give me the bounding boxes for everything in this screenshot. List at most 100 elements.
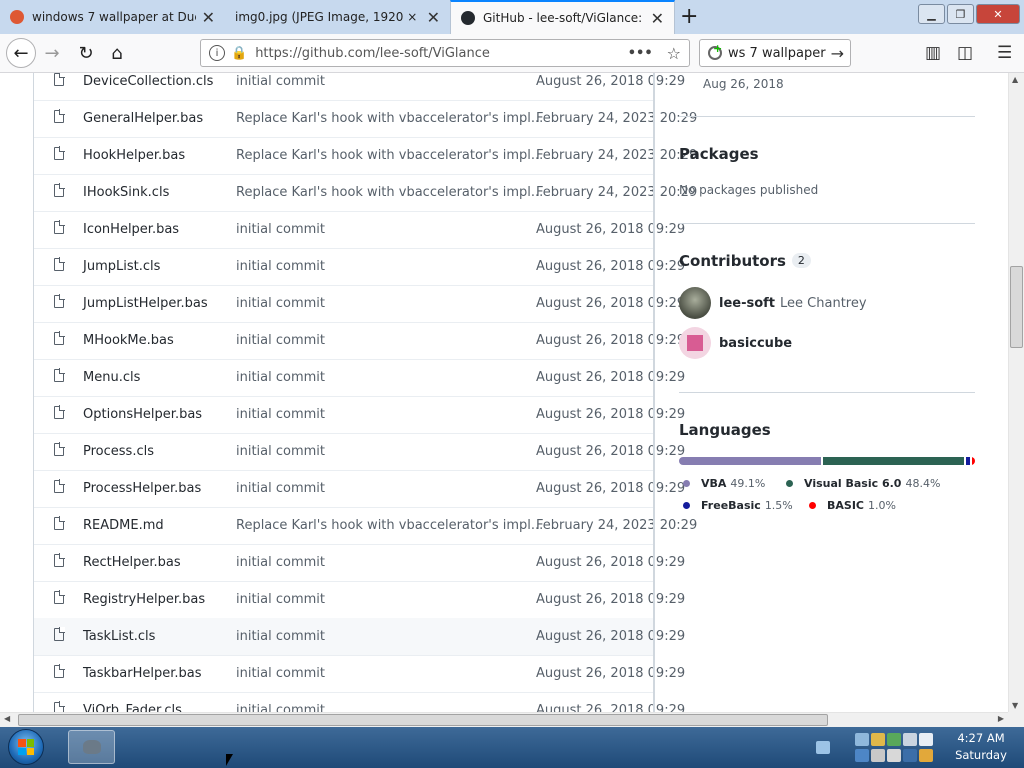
- tab-duckduckgo[interactable]: windows 7 wallpaper at DuckD ✕: [0, 0, 225, 34]
- taskbar-app-button[interactable]: [68, 730, 115, 764]
- file-row[interactable]: OptionsHelper.bas initial commit August 26…: [34, 396, 685, 434]
- back-button[interactable]: ←: [6, 38, 36, 68]
- file-name-link[interactable]: JumpList.cls: [83, 259, 160, 274]
- avatar[interactable]: [679, 327, 711, 359]
- commit-message-link[interactable]: initial commit: [236, 555, 325, 570]
- commit-message-link[interactable]: initial commit: [236, 444, 325, 459]
- file-row[interactable]: RegistryHelper.bas initial commit August 2…: [34, 581, 685, 619]
- file-name-link[interactable]: IconHelper.bas: [83, 222, 179, 237]
- commit-message-link[interactable]: initial commit: [236, 333, 325, 348]
- tray-icon[interactable]: [903, 732, 917, 746]
- tray-icon[interactable]: [919, 748, 933, 762]
- info-icon[interactable]: i: [209, 45, 225, 61]
- commit-message-link[interactable]: initial commit: [236, 666, 325, 681]
- scroll-left-icon[interactable]: ◀: [4, 714, 10, 723]
- clock[interactable]: 4:27 AM Saturday: [948, 730, 1014, 764]
- library-icon[interactable]: ▥: [925, 43, 941, 63]
- commit-message-link[interactable]: initial commit: [236, 703, 325, 712]
- close-window-button[interactable]: ✕: [976, 4, 1020, 24]
- commit-message-link[interactable]: initial commit: [236, 629, 325, 644]
- vertical-scrollbar[interactable]: ▲ ▼: [1008, 73, 1024, 712]
- file-row[interactable]: TaskList.cls initial commit August 26, 201…: [34, 618, 685, 656]
- url-text[interactable]: https://github.com/lee-soft/ViGlance: [255, 46, 628, 61]
- commit-message-link[interactable]: initial commit: [236, 259, 325, 274]
- file-name-link[interactable]: HookHelper.bas: [83, 148, 185, 163]
- contributor-basiccube[interactable]: basiccube: [679, 327, 797, 359]
- file-name-link[interactable]: RegistryHelper.bas: [83, 592, 205, 607]
- commit-message-link[interactable]: Replace Karl's hook with vbaccelerator's…: [236, 111, 543, 126]
- file-name-link[interactable]: TaskList.cls: [83, 629, 155, 644]
- horizontal-scroll-thumb[interactable]: [18, 714, 828, 726]
- file-name-link[interactable]: Menu.cls: [83, 370, 140, 385]
- home-button[interactable]: ⌂: [103, 39, 131, 67]
- file-name-link[interactable]: MHookMe.bas: [83, 333, 174, 348]
- contributor-lee-soft[interactable]: lee-soft Lee Chantrey: [679, 287, 867, 319]
- menu-icon[interactable]: ☰: [997, 43, 1012, 63]
- file-name-link[interactable]: DeviceCollection.cls: [83, 74, 213, 89]
- contributors-heading[interactable]: Contributors 2: [679, 252, 811, 270]
- file-name-link[interactable]: JumpListHelper.bas: [83, 296, 208, 311]
- file-row[interactable]: GeneralHelper.bas Replace Karl's hook wit…: [34, 100, 697, 138]
- file-row[interactable]: README.md Replace Karl's hook with vbacce…: [34, 507, 697, 545]
- contributor-name[interactable]: Lee Chantrey: [780, 296, 867, 311]
- file-name-link[interactable]: RectHelper.bas: [83, 555, 181, 570]
- forward-button[interactable]: →: [38, 39, 66, 67]
- file-name-link[interactable]: OptionsHelper.bas: [83, 407, 202, 422]
- file-row[interactable]: TaskbarHelper.bas initial commit August 26…: [34, 655, 685, 693]
- file-row[interactable]: ViOrb_Fader.cls initial commit August 26, …: [34, 692, 685, 712]
- file-row[interactable]: DeviceCollection.cls initial commit August…: [34, 73, 685, 101]
- tray-icon[interactable]: [887, 748, 901, 762]
- commit-message-link[interactable]: Replace Karl's hook with vbaccelerator's…: [236, 148, 543, 163]
- file-row[interactable]: HookHelper.bas Replace Karl's hook with v…: [34, 137, 697, 175]
- file-row[interactable]: JumpListHelper.bas initial commit August 2…: [34, 285, 685, 323]
- avatar[interactable]: [679, 287, 711, 319]
- commit-message-link[interactable]: initial commit: [236, 370, 325, 385]
- bookmark-star-icon[interactable]: ☆: [667, 44, 681, 63]
- file-name-link[interactable]: IHookSink.cls: [83, 185, 169, 200]
- language-item[interactable]: BASIC 1.0%: [809, 499, 896, 512]
- start-button[interactable]: [8, 729, 44, 765]
- commit-message-link[interactable]: initial commit: [236, 74, 325, 89]
- new-tab-button[interactable]: +: [680, 4, 698, 29]
- file-row[interactable]: MHookMe.bas initial commit August 26, 2018…: [34, 322, 685, 360]
- file-name-link[interactable]: GeneralHelper.bas: [83, 111, 203, 126]
- tray-icon[interactable]: [919, 732, 933, 746]
- tray-icon[interactable]: [903, 748, 917, 762]
- search-input[interactable]: ws 7 wallpaper: [728, 46, 831, 61]
- commit-message-link[interactable]: initial commit: [236, 481, 325, 496]
- scroll-up-icon[interactable]: ▲: [1012, 75, 1018, 84]
- file-name-link[interactable]: ViOrb_Fader.cls: [83, 703, 182, 712]
- file-name-link[interactable]: TaskbarHelper.bas: [83, 666, 202, 681]
- file-row[interactable]: IHookSink.cls Replace Karl's hook with vb…: [34, 174, 697, 212]
- search-go-icon[interactable]: →: [831, 44, 844, 63]
- page-actions-button[interactable]: •••: [628, 46, 653, 61]
- tray-icon[interactable]: [855, 748, 869, 762]
- close-tab-icon[interactable]: ✕: [202, 8, 215, 27]
- commit-message-link[interactable]: Replace Karl's hook with vbaccelerator's…: [236, 518, 543, 533]
- packages-heading[interactable]: Packages: [679, 145, 759, 163]
- language-item[interactable]: Visual Basic 6.0 48.4%: [786, 477, 940, 490]
- close-tab-icon[interactable]: ✕: [651, 9, 664, 28]
- tab-image[interactable]: img0.jpg (JPEG Image, 1920 × 1200 ✕: [225, 0, 450, 34]
- tab-github[interactable]: GitHub - lee-soft/ViGlance: Op ✕: [450, 0, 675, 34]
- horizontal-scrollbar[interactable]: ◀ ▶: [0, 712, 1008, 727]
- file-row[interactable]: Menu.cls initial commit August 26, 2018 09…: [34, 359, 685, 397]
- file-name-link[interactable]: Process.cls: [83, 444, 154, 459]
- file-name-link[interactable]: ProcessHelper.bas: [83, 481, 201, 496]
- file-row[interactable]: Process.cls initial commit August 26, 2018…: [34, 433, 685, 471]
- file-row[interactable]: RectHelper.bas initial commit August 26, 2…: [34, 544, 685, 582]
- commit-message-link[interactable]: initial commit: [236, 222, 325, 237]
- scroll-down-icon[interactable]: ▼: [1012, 701, 1018, 710]
- url-bar[interactable]: i 🔒 https://github.com/lee-soft/ViGlance…: [200, 39, 690, 67]
- contributor-login[interactable]: lee-soft: [719, 296, 775, 311]
- tray-icon[interactable]: [887, 732, 901, 746]
- commit-message-link[interactable]: initial commit: [236, 407, 325, 422]
- maximize-button[interactable]: ❐: [947, 4, 974, 24]
- close-tab-icon[interactable]: ✕: [427, 8, 440, 27]
- keyboard-icon[interactable]: [816, 741, 830, 754]
- shield-icon[interactable]: [871, 732, 885, 746]
- vertical-scroll-thumb[interactable]: [1010, 266, 1023, 348]
- language-item[interactable]: FreeBasic 1.5%: [683, 499, 793, 512]
- commit-message-link[interactable]: Replace Karl's hook with vbaccelerator's…: [236, 185, 543, 200]
- search-bar[interactable]: ws 7 wallpaper →: [699, 39, 851, 67]
